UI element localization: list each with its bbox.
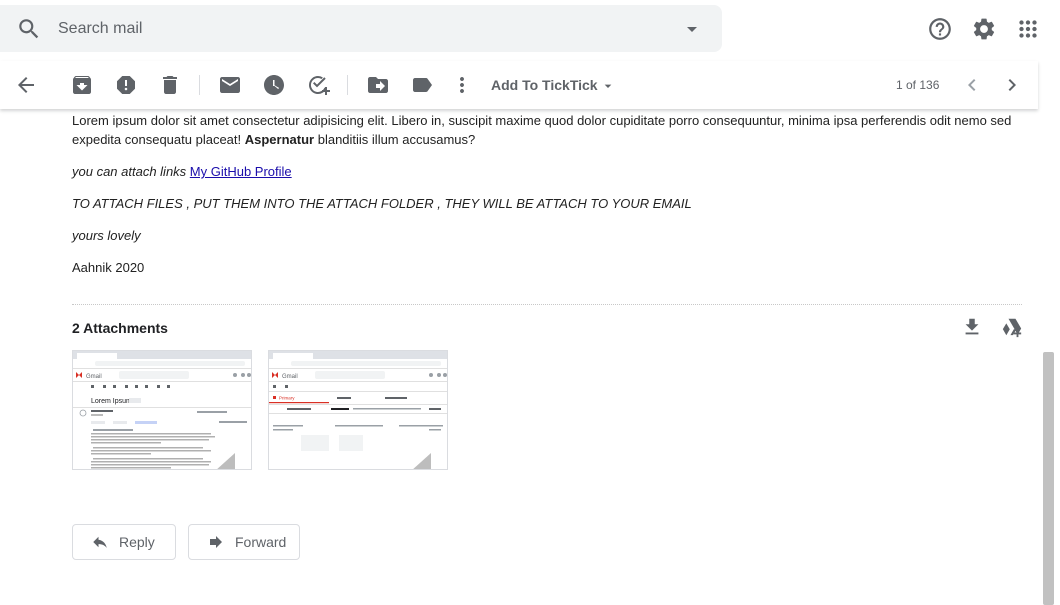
ticktick-label: Add To TickTick — [491, 77, 598, 93]
top-header — [0, 0, 1060, 60]
settings-icon[interactable] — [971, 16, 997, 42]
thumb-subject: Lorem Ipsum — [91, 398, 132, 405]
thumb-app-label: Gmail — [282, 374, 298, 380]
thumb-tab: Primary — [279, 396, 295, 401]
attachments-title: 2 Attachments — [72, 320, 168, 336]
mark-unread-icon[interactable] — [218, 73, 242, 97]
attach-instructions: TO ATTACH FILES , PUT THEM INTO THE ATTA… — [72, 196, 692, 211]
thumb-app-label: Gmail — [86, 374, 102, 380]
forward-icon — [210, 536, 222, 548]
more-icon[interactable] — [450, 73, 474, 97]
search-options-icon[interactable] — [680, 17, 704, 41]
attachment-thumbnail[interactable]: Gmail Primary — [268, 350, 448, 470]
chevron-down-icon — [604, 84, 611, 89]
attachment-thumbnail[interactable]: Gmail Lorem Ipsum — [72, 350, 252, 470]
signoff: yours lovely — [72, 228, 141, 243]
attachments-divider — [72, 304, 1022, 305]
add-to-ticktick-menu[interactable]: Add To TickTick — [491, 73, 616, 97]
prev-page-icon[interactable] — [960, 73, 984, 97]
link-paragraph: you can attach links My GitHub Profile — [72, 162, 292, 181]
delete-icon[interactable] — [158, 73, 182, 97]
toolbar-divider — [199, 75, 200, 95]
snooze-icon[interactable] — [262, 73, 286, 97]
download-all-icon[interactable] — [961, 316, 983, 338]
message-toolbar: Add To TickTick 1 of 136 — [0, 61, 1038, 109]
body-paragraph: Lorem ipsum dolor sit amet consectetur a… — [72, 111, 1022, 149]
forward-label: Forward — [235, 534, 287, 550]
paragraph-tail: blanditiis illum accusamus? — [314, 132, 476, 147]
signature: Aahnik 2020 — [72, 260, 145, 275]
apps-icon[interactable] — [1015, 16, 1041, 42]
report-spam-icon[interactable] — [114, 73, 138, 97]
link-intro: you can attach links — [72, 164, 190, 179]
back-arrow-icon[interactable] — [14, 73, 38, 97]
add-task-icon[interactable] — [306, 73, 330, 97]
paragraph-text: Lorem ipsum dolor sit amet consectetur a… — [72, 113, 1012, 147]
search-icon[interactable] — [16, 16, 42, 42]
search-input[interactable] — [56, 14, 656, 44]
github-profile-link[interactable]: My GitHub Profile — [190, 164, 292, 179]
search-bar — [0, 5, 722, 52]
save-to-drive-icon[interactable] — [1001, 316, 1023, 338]
label-icon[interactable] — [410, 73, 434, 97]
pagination-text: 1 of 136 — [896, 78, 940, 92]
forward-button[interactable]: Forward — [188, 524, 300, 560]
reply-icon — [93, 536, 107, 548]
next-page-icon[interactable] — [1000, 73, 1024, 97]
toolbar-divider — [347, 75, 348, 95]
reply-label: Reply — [119, 534, 155, 550]
reply-button[interactable]: Reply — [72, 524, 176, 560]
scrollbar-thumb[interactable] — [1043, 352, 1054, 605]
move-to-icon[interactable] — [366, 73, 390, 97]
bold-text: Aspernatur — [244, 132, 315, 147]
archive-icon[interactable] — [70, 73, 94, 97]
help-icon[interactable] — [927, 16, 953, 42]
